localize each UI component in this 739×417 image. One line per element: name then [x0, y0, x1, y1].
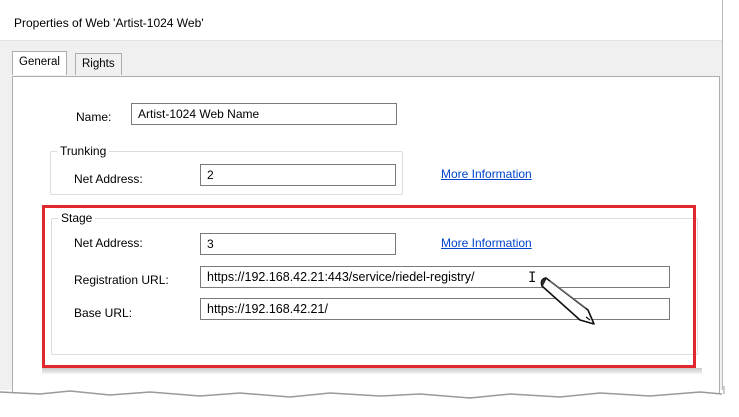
- tab-rights[interactable]: Rights: [75, 53, 122, 75]
- highlight-shadow: [42, 368, 702, 374]
- trunking-title: Trunking: [57, 144, 110, 158]
- pen-pointer-icon: [540, 277, 595, 325]
- i-beam-icon: I: [528, 270, 537, 286]
- window-title: Properties of Web 'Artist-1024 Web': [14, 16, 204, 30]
- name-label: Name:: [76, 110, 112, 124]
- torn-edge-decoration: [0, 386, 739, 417]
- trunking-more-info-link[interactable]: More Information: [441, 167, 532, 181]
- tab-general[interactable]: General: [12, 51, 67, 75]
- trunking-net-address-field[interactable]: 2: [200, 164, 396, 186]
- trunking-group: Trunking Net Address: 2: [50, 144, 403, 195]
- name-field[interactable]: Artist-1024 Web Name: [131, 103, 397, 125]
- title-bar: Properties of Web 'Artist-1024 Web': [0, 0, 722, 41]
- trunking-net-address-label: Net Address:: [74, 172, 143, 186]
